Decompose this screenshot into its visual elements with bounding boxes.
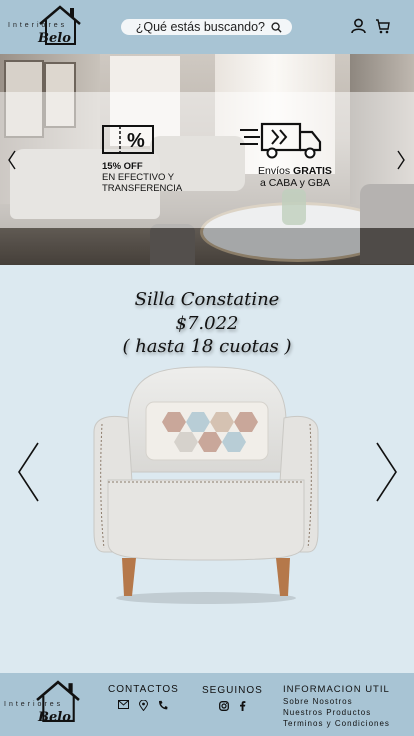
- promo-cash-discount: % 15% OFF EN EFECTIVO Y TRANSFERENCIA: [102, 124, 182, 194]
- product-installments: ( hasta 18 cuotas ): [122, 336, 292, 357]
- shopping-cart-icon[interactable]: [375, 18, 390, 34]
- svg-text:%: %: [127, 130, 145, 152]
- armchair-image: [93, 366, 319, 604]
- discount-ticket-icon: %: [102, 125, 154, 154]
- delivery-truck-icon: [240, 122, 322, 159]
- hero-banner: % 15% OFF EN EFECTIVO Y TRANSFERENCIA En…: [0, 54, 414, 265]
- promo-cash-line2: TRANSFERENCIA: [102, 183, 183, 194]
- promo-ship-line2: a CABA y GBA: [259, 177, 330, 189]
- logo-tagline: Interiores: [8, 22, 68, 29]
- product-prev-arrow-icon[interactable]: [16, 441, 40, 503]
- promo-cash-percent: 15% OFF: [102, 161, 143, 172]
- search-placeholder: ¿Qué estás buscando?: [135, 20, 265, 34]
- facebook-icon[interactable]: [239, 701, 246, 711]
- follow-title: SEGUINOS: [202, 685, 263, 696]
- footer-link-terms[interactable]: Terminos y Condiciones: [283, 718, 390, 729]
- logo-brand: Belo: [38, 31, 71, 46]
- promo-cash-line1: EN EFECTIVO Y: [102, 172, 175, 183]
- info-title: INFORMACION UTIL: [283, 684, 390, 695]
- footer-social: SEGUINOS: [202, 685, 263, 711]
- footer-link-about[interactable]: Sobre Nosotros: [283, 696, 390, 707]
- instagram-icon[interactable]: [218, 701, 229, 711]
- phone-icon[interactable]: [158, 700, 168, 710]
- promo-free-shipping: Envíos GRATIS a CABA y GBA: [238, 120, 332, 189]
- top-header: Interiores Belo ¿Qué estás buscando?: [0, 0, 414, 54]
- product-price: $7.022: [175, 313, 239, 334]
- contact-title: CONTACTOS: [108, 684, 179, 695]
- banner-prev-arrow-icon[interactable]: [7, 150, 17, 170]
- footer-logo-brand: Belo: [38, 710, 71, 725]
- banner-next-arrow-icon[interactable]: [396, 150, 406, 170]
- mail-icon[interactable]: [118, 700, 130, 709]
- footer-info: INFORMACION UTIL Sobre Nosotros Nuestros…: [283, 684, 390, 729]
- footer-link-products[interactable]: Nuestros Productos: [283, 707, 390, 718]
- site-footer: Interiores Belo CONTACTOS SEGUINOS INFOR…: [0, 673, 414, 736]
- search-icon[interactable]: [271, 21, 282, 33]
- user-account-icon[interactable]: [351, 18, 366, 34]
- location-pin-icon[interactable]: [139, 700, 149, 711]
- promo-ship-prefix: Envíos: [258, 165, 294, 177]
- brand-logo[interactable]: Interiores Belo: [8, 4, 82, 50]
- product-next-arrow-icon[interactable]: [375, 441, 399, 503]
- footer-logo-tagline: Interiores: [4, 701, 64, 708]
- product-name[interactable]: Silla Constatine: [0, 289, 414, 310]
- footer-brand-logo[interactable]: Interiores Belo: [4, 679, 80, 725]
- product-image[interactable]: [90, 362, 322, 607]
- search-input[interactable]: ¿Qué estás buscando?: [121, 19, 292, 35]
- footer-contact: CONTACTOS: [108, 684, 179, 711]
- promo-ship-bold: GRATIS: [293, 165, 332, 177]
